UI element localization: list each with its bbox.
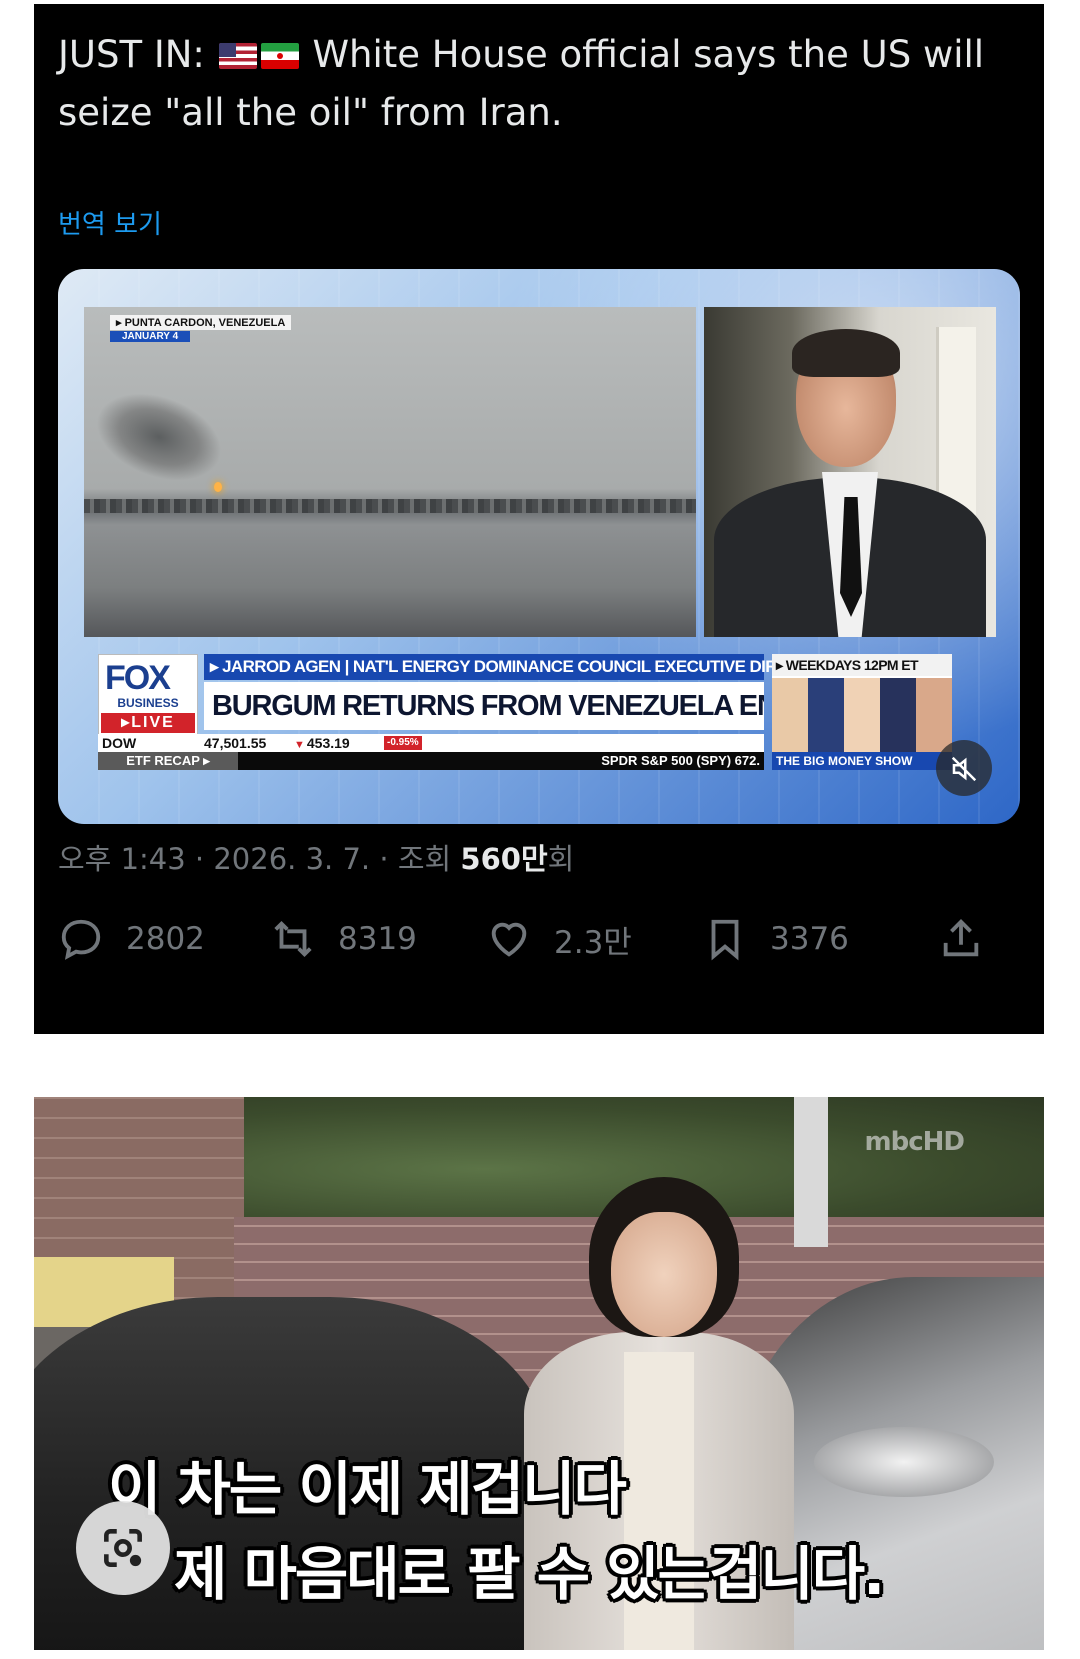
promo-schedule: ▸ WEEKDAYS 12PM ET <box>772 654 952 676</box>
guest-name-bar: ▸ JARROD AGEN | NAT'L ENERGY DOMINANCE C… <box>204 654 834 680</box>
etf-bar: ETF RECAP ▸ SPDR S&P 500 (SPY) 672. <box>98 752 764 770</box>
etf-label: ETF RECAP ▸ <box>98 752 238 770</box>
views-count: 560만 <box>460 842 548 876</box>
bookmark-count: 3376 <box>770 921 849 957</box>
like-button[interactable]: 2.3만 <box>486 909 632 969</box>
promo-hosts-image <box>772 678 952 752</box>
subtitle-line-1: 이 차는 이제 제겁니다 <box>108 1455 627 1523</box>
broadcaster-watermark: mbcHD <box>864 1127 965 1157</box>
bookmark-icon <box>711 919 739 961</box>
guest-hair <box>792 329 900 377</box>
ticker-percent: -0.95% <box>384 736 422 750</box>
reporter-face <box>611 1212 717 1337</box>
image-search-lens-icon[interactable] <box>76 1501 170 1595</box>
date-tag: JANUARY 4 <box>110 331 191 342</box>
headline-bar: BURGUM RETURNS FROM VENEZUELA ENERGY TOU… <box>204 682 764 730</box>
ticker-value: 47,501.55 <box>204 735 267 751</box>
like-count: 2.3만 <box>554 924 632 961</box>
translate-link[interactable]: 번역 보기 <box>58 204 162 241</box>
tweet-text: JUST IN: White House official says the U… <box>58 26 1018 142</box>
show-promo: ▸ WEEKDAYS 12PM ET THE BIG MONEY SHOW <box>772 654 952 770</box>
etf-ticker: SPDR S&P 500 (SPY) 672. <box>601 753 760 768</box>
repost-button[interactable]: 8319 <box>270 909 417 969</box>
views-suffix: 회 <box>547 842 575 876</box>
tweet-time: 오후 1:43 <box>58 842 186 876</box>
refinery-skyline <box>84 499 696 513</box>
location-tag: ▸ PUNTA CARDON, VENEZUELA <box>110 315 292 330</box>
guest-camera <box>704 307 996 637</box>
bookmark-button[interactable]: 3376 <box>702 909 849 969</box>
tweet-prefix: JUST IN: <box>58 33 205 76</box>
channel-logo-sub: BUSINESS <box>117 696 179 710</box>
reply-count: 2802 <box>126 921 205 957</box>
repost-count: 8319 <box>338 921 417 957</box>
smoke-plume <box>84 377 234 497</box>
heart-icon <box>491 922 527 957</box>
views-label: 조회 <box>397 842 452 876</box>
us-flag-icon <box>218 43 257 69</box>
gas-flare <box>214 482 222 492</box>
lower-third: FOX BUSINESS ▸LIVE ▸ JARROD AGEN | NAT'L… <box>84 654 996 774</box>
tweet-meta: 오후 1:43 · 2026. 3. 7. · 조회 560만회 <box>58 842 575 876</box>
reply-icon <box>61 919 101 960</box>
share-icon <box>943 919 979 957</box>
promo-show-name: THE BIG MONEY SHOW <box>772 752 952 770</box>
broadcast-frame-image: mbcHD 이 차는 이제 제겁니다 제 마음대로 팔 수 있는겁니다. <box>34 1097 1044 1650</box>
stock-ticker: DOW 47,501.55 453.19 -0.95% <box>98 734 764 752</box>
reply-button[interactable]: 2802 <box>58 909 205 969</box>
tweet-actions: 2802 8319 2.3만 3376 <box>58 909 1008 969</box>
channel-logo-text: FOX <box>105 659 171 697</box>
share-button[interactable] <box>938 909 1006 969</box>
subtitle-line-2: 제 마음대로 팔 수 있는겁니다. <box>174 1540 885 1608</box>
ticker-change: 453.19 <box>294 734 350 754</box>
tweet-card[interactable]: JUST IN: White House official says the U… <box>34 4 1044 1034</box>
muted-speaker-icon[interactable] <box>936 740 992 796</box>
channel-logo: FOX BUSINESS ▸LIVE <box>98 654 198 742</box>
tweet-media-video[interactable]: ▸ PUNTA CARDON, VENEZUELA JANUARY 4 FOX … <box>58 269 1020 824</box>
pole <box>794 1097 828 1247</box>
live-badge: ▸LIVE <box>101 713 195 733</box>
iran-flag-icon <box>260 43 299 69</box>
ticker-index: DOW <box>102 735 137 751</box>
tweet-date: 2026. 3. 7. <box>213 842 371 876</box>
refinery-footage: ▸ PUNTA CARDON, VENEZUELA JANUARY 4 <box>84 307 696 637</box>
repost-icon <box>274 920 312 958</box>
